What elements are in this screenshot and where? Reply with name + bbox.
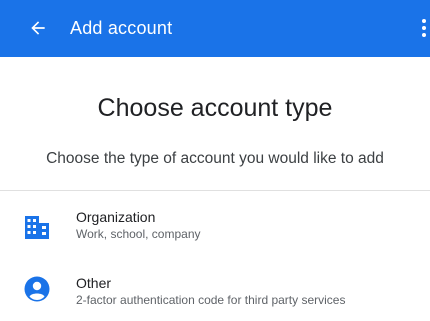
- app-bar: Add account: [0, 0, 430, 57]
- app-bar-title: Add account: [70, 18, 173, 38]
- overflow-menu-button[interactable]: [418, 14, 430, 42]
- option-title: Organization: [76, 209, 156, 225]
- page-title: Choose account type: [97, 94, 333, 122]
- divider: [0, 190, 430, 191]
- option-organization[interactable]: Organization Work, school, company: [0, 203, 430, 255]
- organization-icon: [25, 216, 49, 239]
- option-title: Other: [76, 275, 112, 291]
- back-button[interactable]: [24, 14, 52, 42]
- more-vert-icon: [422, 19, 426, 37]
- page-subtitle: Choose the type of account you would lik…: [46, 150, 384, 167]
- option-other[interactable]: Other 2-factor authentication code for t…: [0, 269, 430, 321]
- person-icon: [24, 276, 50, 302]
- option-description: 2-factor authentication code for third p…: [76, 293, 346, 307]
- option-description: Work, school, company: [76, 227, 201, 241]
- arrow-back-icon: [31, 21, 45, 35]
